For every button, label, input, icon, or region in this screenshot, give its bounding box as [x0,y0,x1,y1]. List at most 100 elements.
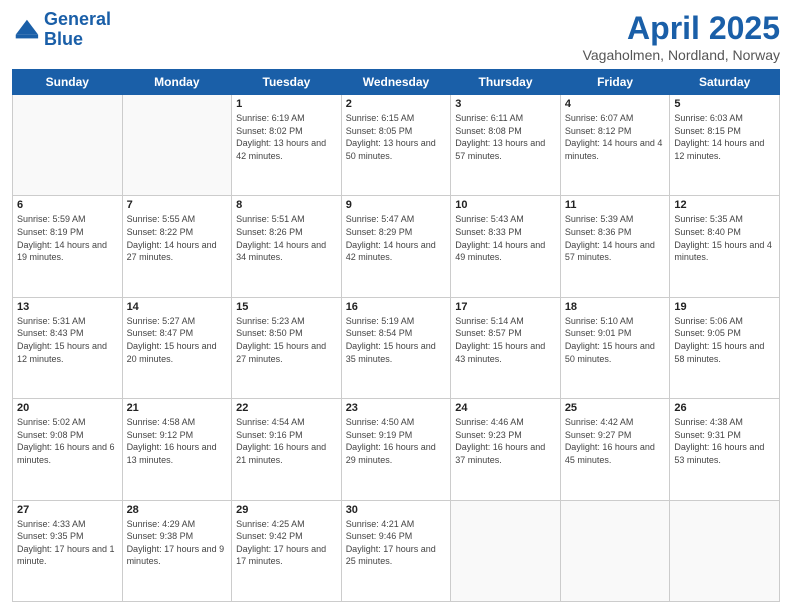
calendar-cell: 4 Sunrise: 6:07 AMSunset: 8:12 PMDaylight… [560,95,670,196]
calendar-week-row: 20Sunrise: 5:02 AMSunset: 9:08 PMDayligh… [13,399,780,500]
calendar-cell: 30Sunrise: 4:21 AMSunset: 9:46 PMDayligh… [341,500,451,601]
header: General Blue April 2025 Vagaholmen, Nord… [12,10,780,63]
calendar-week-row: 1Sunrise: 6:19 AMSunset: 8:02 PMDaylight… [13,95,780,196]
day-info: Sunrise: 6:11 AMSunset: 8:08 PMDaylight:… [455,112,556,162]
calendar-cell: 25Sunrise: 4:42 AMSunset: 9:27 PMDayligh… [560,399,670,500]
day-info: Sunrise: 4:54 AMSunset: 9:16 PMDaylight:… [236,416,337,466]
day-number: 25 [565,402,666,414]
day-number: 15 [236,301,337,313]
day-info: Sunrise: 5:06 AMSunset: 9:05 PMDaylight:… [674,315,775,365]
logo-text: General Blue [44,10,111,50]
logo-line1: General [44,9,111,29]
calendar-cell: 23 Sunrise: 4:50 AMSunset: 9:19 PMDayligh… [341,399,451,500]
day-info: Sunrise: 6:19 AMSunset: 8:02 PMDaylight:… [236,112,337,162]
weekday-header: Thursday [451,70,561,95]
calendar-cell: 17 Sunrise: 5:14 AMSunset: 8:57 PMDayligh… [451,297,561,398]
logo-line2: Blue [44,30,111,50]
calendar-cell: 26 Sunrise: 4:38 AMSunset: 9:31 PMDayligh… [670,399,780,500]
day-number: 21 [127,402,228,414]
calendar-cell [451,500,561,601]
day-number: 7 [127,199,228,211]
day-info: Sunrise: 5:10 AMSunset: 9:01 PMDaylight:… [565,315,666,365]
calendar-cell: 6 Sunrise: 5:59 AMSunset: 8:19 PMDaylight… [13,196,123,297]
day-info: Sunrise: 4:29 AMSunset: 9:38 PMDaylight:… [127,518,228,568]
calendar-week-row: 6 Sunrise: 5:59 AMSunset: 8:19 PMDaylight… [13,196,780,297]
day-number: 27 [17,504,118,516]
calendar-cell: 21Sunrise: 4:58 AMSunset: 9:12 PMDayligh… [122,399,232,500]
calendar-cell: 10Sunrise: 5:43 AMSunset: 8:33 PMDayligh… [451,196,561,297]
day-info: Sunrise: 5:14 AMSunset: 8:57 PMDaylight:… [455,315,556,365]
day-info: Sunrise: 5:27 AMSunset: 8:47 PMDaylight:… [127,315,228,365]
day-number: 10 [455,199,556,211]
day-number: 17 [455,301,556,313]
calendar-table: SundayMondayTuesdayWednesdayThursdayFrid… [12,69,780,602]
calendar-cell: 9 Sunrise: 5:47 AMSunset: 8:29 PMDaylight… [341,196,451,297]
weekday-header: Friday [560,70,670,95]
calendar-cell: 19Sunrise: 5:06 AMSunset: 9:05 PMDayligh… [670,297,780,398]
calendar-cell: 27 Sunrise: 4:33 AMSunset: 9:35 PMDayligh… [13,500,123,601]
day-number: 9 [346,199,447,211]
calendar-cell: 18 Sunrise: 5:10 AMSunset: 9:01 PMDayligh… [560,297,670,398]
day-number: 13 [17,301,118,313]
calendar-cell: 28 Sunrise: 4:29 AMSunset: 9:38 PMDayligh… [122,500,232,601]
title-area: April 2025 Vagaholmen, Nordland, Norway [583,10,780,63]
calendar-cell: 15Sunrise: 5:23 AMSunset: 8:50 PMDayligh… [232,297,342,398]
day-number: 16 [346,301,447,313]
day-info: Sunrise: 5:47 AMSunset: 8:29 PMDaylight:… [346,213,447,263]
day-number: 11 [565,199,666,211]
calendar-cell [122,95,232,196]
calendar-cell: 11Sunrise: 5:39 AMSunset: 8:36 PMDayligh… [560,196,670,297]
weekday-header: Monday [122,70,232,95]
calendar-cell: 7 Sunrise: 5:55 AMSunset: 8:22 PMDaylight… [122,196,232,297]
day-info: Sunrise: 4:38 AMSunset: 9:31 PMDaylight:… [674,416,775,466]
day-number: 23 [346,402,447,414]
day-number: 26 [674,402,775,414]
calendar-cell [560,500,670,601]
day-info: Sunrise: 5:59 AMSunset: 8:19 PMDaylight:… [17,213,118,263]
calendar-cell: 2Sunrise: 6:15 AMSunset: 8:05 PMDaylight… [341,95,451,196]
day-info: Sunrise: 5:19 AMSunset: 8:54 PMDaylight:… [346,315,447,365]
weekday-header: Wednesday [341,70,451,95]
logo-icon [12,16,40,44]
day-info: Sunrise: 6:15 AMSunset: 8:05 PMDaylight:… [346,112,447,162]
day-info: Sunrise: 6:03 AMSunset: 8:15 PMDaylight:… [674,112,775,162]
calendar-cell: 12 Sunrise: 5:35 AMSunset: 8:40 PMDayligh… [670,196,780,297]
calendar-cell: 20Sunrise: 5:02 AMSunset: 9:08 PMDayligh… [13,399,123,500]
weekday-header: Saturday [670,70,780,95]
day-number: 28 [127,504,228,516]
day-info: Sunrise: 5:31 AMSunset: 8:43 PMDaylight:… [17,315,118,365]
calendar-cell: 24Sunrise: 4:46 AMSunset: 9:23 PMDayligh… [451,399,561,500]
day-number: 20 [17,402,118,414]
day-number: 12 [674,199,775,211]
day-number: 6 [17,199,118,211]
day-number: 14 [127,301,228,313]
day-number: 22 [236,402,337,414]
calendar-week-row: 27 Sunrise: 4:33 AMSunset: 9:35 PMDayligh… [13,500,780,601]
calendar-cell: 29 Sunrise: 4:25 AMSunset: 9:42 PMDayligh… [232,500,342,601]
calendar-cell: 3 Sunrise: 6:11 AMSunset: 8:08 PMDaylight… [451,95,561,196]
subtitle: Vagaholmen, Nordland, Norway [583,47,780,63]
calendar-cell [670,500,780,601]
day-number: 5 [674,98,775,110]
calendar-cell: 14 Sunrise: 5:27 AMSunset: 8:47 PMDayligh… [122,297,232,398]
day-info: Sunrise: 4:50 AMSunset: 9:19 PMDaylight:… [346,416,447,466]
day-number: 29 [236,504,337,516]
calendar-week-row: 13 Sunrise: 5:31 AMSunset: 8:43 PMDayligh… [13,297,780,398]
day-info: Sunrise: 5:35 AMSunset: 8:40 PMDaylight:… [674,213,775,263]
calendar-cell: 13 Sunrise: 5:31 AMSunset: 8:43 PMDayligh… [13,297,123,398]
day-number: 3 [455,98,556,110]
day-info: Sunrise: 4:33 AMSunset: 9:35 PMDaylight:… [17,518,118,568]
logo: General Blue [12,10,111,50]
day-info: Sunrise: 4:21 AMSunset: 9:46 PMDaylight:… [346,518,447,568]
calendar-cell: 8Sunrise: 5:51 AMSunset: 8:26 PMDaylight… [232,196,342,297]
calendar-cell: 5 Sunrise: 6:03 AMSunset: 8:15 PMDaylight… [670,95,780,196]
day-number: 4 [565,98,666,110]
day-info: Sunrise: 4:46 AMSunset: 9:23 PMDaylight:… [455,416,556,466]
day-info: Sunrise: 5:55 AMSunset: 8:22 PMDaylight:… [127,213,228,263]
day-number: 8 [236,199,337,211]
weekday-header: Tuesday [232,70,342,95]
day-info: Sunrise: 4:25 AMSunset: 9:42 PMDaylight:… [236,518,337,568]
day-number: 18 [565,301,666,313]
calendar-cell [13,95,123,196]
day-info: Sunrise: 6:07 AMSunset: 8:12 PMDaylight:… [565,112,666,162]
